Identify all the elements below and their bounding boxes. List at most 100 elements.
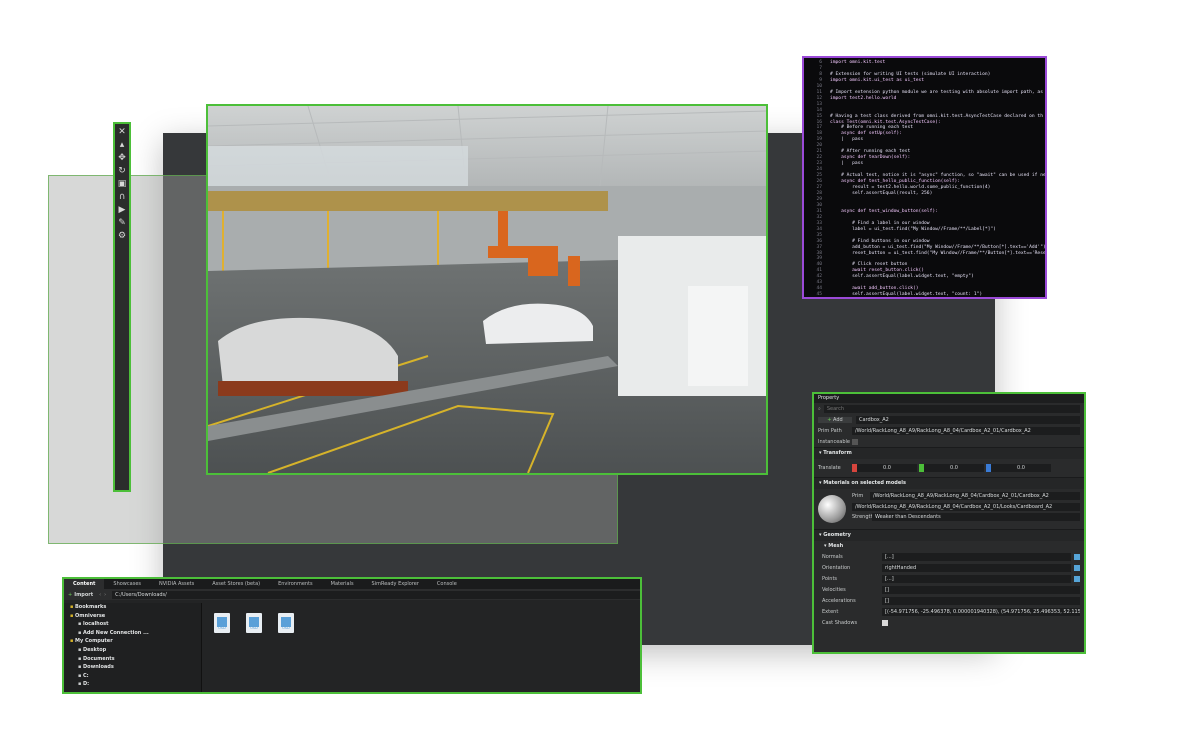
accelerations-label: Accelerations	[822, 597, 856, 604]
property-panel-title: Property	[814, 394, 1084, 403]
orientation-dropdown[interactable]: rightHanded	[882, 563, 1071, 572]
viewport[interactable]	[206, 104, 768, 475]
file-type-label: USD	[282, 626, 290, 630]
code-line: 45 self.assertEqual(label.widget.text, "…	[804, 292, 1045, 298]
scale-icon[interactable]: ▣	[117, 179, 127, 189]
materials-section-header[interactable]: ▾ Materials on selected models	[814, 477, 1084, 489]
points-field[interactable]: [...]	[882, 574, 1071, 583]
tree-item-label: Bookmarks	[74, 604, 107, 610]
property-panel: Property ⌕ Search + Add Cardbox_A2 Prim …	[812, 392, 1086, 654]
translate-x-field[interactable]: 0.0	[857, 464, 917, 472]
tree-item-label: My Computer	[74, 638, 113, 645]
code-line: 38 reset_button = ui_test.find("My Windo…	[804, 251, 1045, 257]
file-type-label: USD	[250, 626, 258, 630]
tab-showcases[interactable]: Showcases	[104, 579, 150, 589]
tree-item-label: localhost	[82, 621, 109, 628]
translate-z-field[interactable]: 0.0	[991, 464, 1051, 472]
tab-simready-explorer[interactable]: SimReady Explorer	[363, 579, 428, 589]
file-item[interactable]: USD	[278, 613, 294, 633]
transform-section-header[interactable]: ▾ Transform	[814, 447, 1084, 459]
file-item[interactable]: USD	[214, 613, 230, 633]
usd-file-icon	[246, 613, 262, 633]
normals-field[interactable]: [...]	[882, 552, 1071, 561]
strength-dropdown[interactable]: Weaker than Descendants	[872, 513, 1080, 521]
content-browser: Content Showcases NVIDIA Assets Asset Store…	[62, 577, 642, 694]
line-number: 45	[816, 292, 822, 298]
material-prim-label: Prim	[852, 493, 864, 499]
tool-strip: ✕ ▴ ✥ ↻ ▣ ∩ ▶ ✎ ⚙	[113, 122, 131, 492]
settings-icon[interactable]: ⚙	[117, 231, 127, 241]
usd-file-icon	[278, 613, 294, 633]
strength-label: Strength	[852, 514, 874, 520]
tab-environments[interactable]: Environments	[269, 579, 322, 589]
geometry-section-header[interactable]: ▾ Geometry	[814, 529, 1084, 541]
cast-shadows-checkbox[interactable]	[882, 619, 888, 626]
plus-icon: +	[68, 591, 73, 598]
tree-item-label: Add New Connection ...	[82, 629, 149, 636]
tab-content[interactable]: Content	[64, 579, 105, 589]
code-text: label = ui_test.find("My Window//Frame/*…	[830, 226, 996, 232]
code-text: import test2.hello.world	[830, 95, 897, 101]
file-grid: USD USD USD	[214, 613, 294, 633]
tree-item-label: C:	[82, 672, 89, 679]
material-preview-sphere	[818, 495, 846, 523]
search-icon: ⌕	[818, 405, 821, 412]
prim-name-field[interactable]: Cardbox_A2	[856, 415, 1080, 424]
tab-nvidia-assets[interactable]: NVIDIA Assets	[150, 579, 203, 589]
code-text: import omni.kit.test	[830, 60, 886, 65]
tree-item[interactable]: ▪ My Computer	[64, 637, 201, 646]
tree-item[interactable]: ▪ D:	[64, 680, 201, 689]
velocities-label: Velocities	[822, 586, 846, 593]
rotate-icon[interactable]: ↻	[117, 166, 127, 176]
tree-item[interactable]: ▪ Desktop	[64, 646, 201, 655]
instanceable-checkbox[interactable]	[852, 438, 858, 445]
extent-field[interactable]: [(-54.971756, -25.496378, 0.000001940328…	[882, 607, 1080, 616]
tree-item-label: Documents	[82, 655, 115, 662]
tree-item[interactable]: ▪ Add New Connection ...	[64, 629, 201, 638]
tree-item[interactable]: ▪ Documents	[64, 655, 201, 664]
points-flag	[1074, 575, 1080, 582]
tab-materials[interactable]: Materials	[322, 579, 363, 589]
tree-item[interactable]: ▪ Downloads	[64, 663, 201, 672]
translate-label: Translate	[818, 465, 841, 471]
back-arrow-icon[interactable]: ‹	[99, 592, 101, 598]
pointer-icon[interactable]: ▴	[117, 140, 127, 150]
paint-icon[interactable]: ✎	[117, 218, 127, 228]
tree-item-label: Omniverse	[74, 612, 106, 619]
code-text: reset_button = ui_test.find("My Window//…	[830, 250, 1046, 256]
tree-item[interactable]: ▪ C:	[64, 672, 201, 681]
instanceable-label: Instanceable	[818, 438, 850, 445]
code-text: | pass	[830, 137, 864, 143]
folder-tree: ▪ Bookmarks ▪ Omniverse ▪ localhost ▪ Add N…	[64, 603, 202, 692]
move-icon[interactable]: ✥	[117, 153, 127, 163]
tree-item[interactable]: ▪ Bookmarks	[64, 603, 201, 612]
mesh-subsection-header[interactable]: ▾ Mesh	[814, 541, 1084, 551]
tab-console[interactable]: Console	[428, 579, 466, 589]
add-button[interactable]: + Add	[818, 416, 852, 423]
material-path-field[interactable]: /World/RackLong_A8_A9/RackLong_A8_04/Car…	[852, 502, 1080, 511]
code-editor[interactable]: 6 import omni.kit.test 7 8 # Extension for w…	[802, 56, 1047, 299]
path-field[interactable]: C:/Users/Downloads/	[112, 590, 640, 599]
file-item[interactable]: USD	[246, 613, 262, 633]
forward-arrow-icon[interactable]: ›	[104, 592, 106, 598]
tree-item[interactable]: ▪ localhost	[64, 620, 201, 629]
usd-file-icon	[214, 613, 230, 633]
play-icon[interactable]: ▶	[117, 205, 127, 215]
prim-path-field[interactable]: /World/RackLong_A8_A9/RackLong_A8_04/Car…	[852, 426, 1080, 435]
tree-item[interactable]: ▪ Omniverse	[64, 612, 201, 621]
accelerations-field[interactable]: []	[882, 596, 1080, 605]
translate-y-field[interactable]: 0.0	[924, 464, 984, 472]
select-icon[interactable]: ✕	[117, 127, 127, 137]
code-text: async def test_window_button(self):	[830, 208, 938, 214]
velocities-field[interactable]: []	[882, 585, 1080, 594]
prim-path-label: Prim Path	[818, 427, 842, 434]
property-search-input[interactable]: Search	[823, 404, 1080, 413]
tab-asset-stores-beta[interactable]: Asset Stores (beta)	[203, 579, 269, 589]
file-type-label: USD	[218, 626, 226, 630]
snap-icon[interactable]: ∩	[117, 192, 127, 202]
orientation-label: Orientation	[822, 564, 851, 571]
material-prim-field[interactable]: /World/RackLong_A8_A9/RackLong_A8_04/Car…	[870, 492, 1080, 500]
orientation-flag	[1074, 564, 1080, 571]
import-button[interactable]: + Import	[68, 592, 93, 598]
code-text: | pass	[830, 161, 864, 167]
